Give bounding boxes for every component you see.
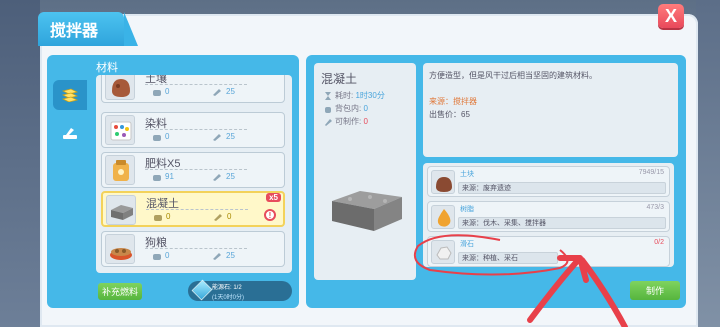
requirement-row[interactable]: 土块 7949/15 来源：废弃遗迹 xyxy=(427,166,670,197)
bag-icon xyxy=(154,215,162,221)
concrete-block-image xyxy=(332,191,402,231)
fuel-timer: (1天0时0分) xyxy=(212,295,245,301)
wrench-icon xyxy=(213,134,221,141)
list-item[interactable]: 染料 0 25 xyxy=(101,112,285,148)
sell-price: 出售价：65 xyxy=(429,110,470,119)
divider xyxy=(145,248,247,249)
divider xyxy=(145,169,247,170)
window-title: 搅拌器 xyxy=(38,12,138,46)
list-item[interactable]: 土壤 0 25 xyxy=(101,75,285,103)
item-title: 混凝土 xyxy=(321,72,358,86)
craft-time: 耗时: 1时30分 xyxy=(324,90,385,101)
wrench-icon xyxy=(213,174,221,181)
divider xyxy=(146,209,248,210)
divider xyxy=(145,84,247,85)
wrench-icon xyxy=(213,253,221,260)
requirement-row-insufficient[interactable]: 滑石 0/2 来源：种植、采石 xyxy=(427,236,670,267)
fuel-count: 能源石: 1/2 xyxy=(212,285,242,291)
divider xyxy=(145,129,247,130)
soil-icon xyxy=(105,75,135,100)
list-item[interactable]: 肥料X5 91 25 xyxy=(101,152,285,188)
list-item-selected[interactable]: 混凝土 0 0 x5 ! xyxy=(101,191,285,227)
hourglass-icon xyxy=(325,91,331,100)
dirt-block-icon xyxy=(431,170,455,194)
concrete-icon xyxy=(106,195,136,225)
tools-category-icon xyxy=(63,128,77,139)
close-button[interactable]: X xyxy=(658,4,684,28)
wrench-icon xyxy=(325,118,332,126)
category-tab-tools[interactable] xyxy=(53,118,87,148)
bag-icon xyxy=(153,254,161,260)
list-item[interactable]: 狗粮 0 25 xyxy=(101,231,285,267)
bag-icon xyxy=(153,135,161,141)
materials-category-icon xyxy=(61,88,79,102)
dogfood-icon xyxy=(105,234,135,264)
wrench-icon xyxy=(214,214,222,221)
bag-icon xyxy=(153,175,161,181)
bag-count: 背包内: 0 xyxy=(324,103,368,114)
palette-icon xyxy=(105,115,135,145)
bag-icon xyxy=(325,106,331,113)
craftable-count: 可制作: 0 xyxy=(324,116,368,127)
quantity-badge: x5 xyxy=(266,193,281,202)
requirement-row[interactable]: 树脂 473/3 来源：伐木、采集、搅拌器 xyxy=(427,201,670,232)
item-source: 来源：搅拌器 xyxy=(429,97,477,106)
fertilizer-icon xyxy=(105,155,135,185)
background-right xyxy=(696,0,720,327)
resin-icon xyxy=(431,205,455,229)
bag-icon xyxy=(153,90,161,96)
talc-icon xyxy=(431,240,455,264)
warning-icon: ! xyxy=(264,209,276,221)
materials-panel-label: 材料 xyxy=(96,62,118,74)
category-tab-materials[interactable] xyxy=(53,80,87,110)
wrench-icon xyxy=(213,89,221,96)
item-description: 方便造型，但是风干过后相当坚固的建筑材料。 xyxy=(429,71,597,80)
materials-list[interactable]: 土壤 0 25 染料 0 25 肥料X5 91 25 混凝土 0 0 x5 ! … xyxy=(96,75,292,273)
refuel-button[interactable]: 补充燃料 xyxy=(98,283,142,300)
background-left xyxy=(0,0,40,327)
craft-button[interactable]: 制作 xyxy=(630,281,680,300)
